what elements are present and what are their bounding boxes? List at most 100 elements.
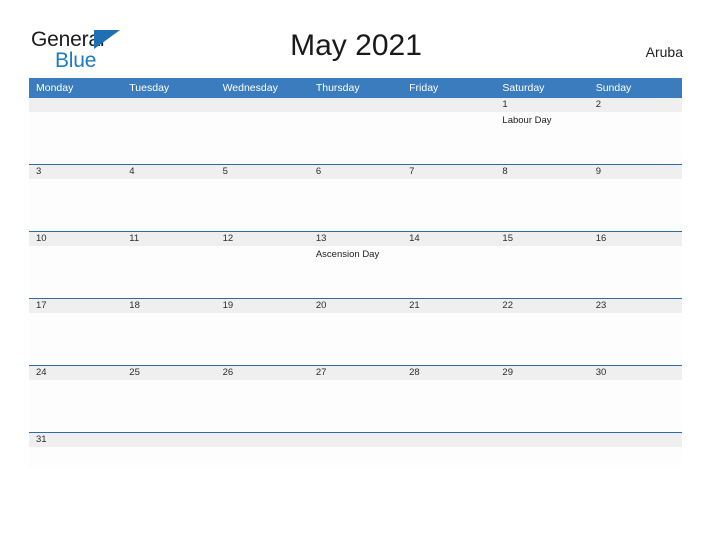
date-number-strip: 24 25 26 27 28 29 30 <box>29 366 682 380</box>
event-strip <box>29 313 682 333</box>
day-number[interactable]: 29 <box>495 366 588 380</box>
day-number[interactable]: 20 <box>309 299 402 313</box>
day-number[interactable]: 30 <box>589 366 682 380</box>
day-number[interactable]: 9 <box>589 165 682 179</box>
day-number[interactable]: 13 <box>309 232 402 246</box>
day-number[interactable]: 23 <box>589 299 682 313</box>
day-event: Labour Day <box>502 115 552 126</box>
day-event <box>495 447 588 467</box>
day-event <box>402 179 495 199</box>
weekday-header-thursday: Thursday <box>315 82 360 94</box>
day-event <box>495 380 588 400</box>
day-number[interactable]: 19 <box>216 299 309 313</box>
week-row: 3 4 5 6 7 8 9 <box>29 165 682 232</box>
day-event <box>216 380 309 400</box>
day-number[interactable]: 8 <box>495 165 588 179</box>
page-title: May 2021 <box>290 29 422 62</box>
week-row: 17 18 19 20 21 22 23 <box>29 299 682 366</box>
day-event <box>122 380 215 400</box>
day-number[interactable]: 4 <box>122 165 215 179</box>
day-number[interactable]: 25 <box>122 366 215 380</box>
weekday-header-sunday: Sunday <box>595 82 632 94</box>
day-event <box>402 447 495 467</box>
day-number[interactable]: 10 <box>29 232 122 246</box>
day-event <box>589 380 682 400</box>
country-label: Aruba <box>645 44 683 60</box>
day-event <box>216 179 309 199</box>
day-event <box>216 447 309 467</box>
week-row: 1 2 Labour Day <box>29 98 682 165</box>
page-header: General Blue May 2021 Aruba <box>0 0 712 78</box>
day-number[interactable]: 31 <box>29 433 122 447</box>
day-number[interactable]: 24 <box>29 366 122 380</box>
day-number[interactable]: 16 <box>589 232 682 246</box>
day-number[interactable]: 22 <box>495 299 588 313</box>
weekday-header-tuesday: Tuesday <box>129 82 170 94</box>
day-event <box>589 313 682 333</box>
day-number[interactable] <box>402 433 495 447</box>
day-number[interactable] <box>216 433 309 447</box>
day-number[interactable]: 21 <box>402 299 495 313</box>
weekday-header-row: Monday Tuesday Wednesday Thursday Friday… <box>29 78 682 98</box>
day-number[interactable]: 18 <box>122 299 215 313</box>
day-event <box>309 447 402 467</box>
day-number[interactable]: 15 <box>495 232 588 246</box>
date-number-strip: 31 <box>29 433 682 447</box>
day-number[interactable]: 28 <box>402 366 495 380</box>
day-event <box>402 313 495 333</box>
day-number[interactable] <box>309 433 402 447</box>
day-number[interactable]: 5 <box>216 165 309 179</box>
day-number[interactable] <box>29 98 122 112</box>
weekday-header-friday: Friday <box>409 82 439 94</box>
day-number[interactable]: 7 <box>402 165 495 179</box>
day-number[interactable]: 14 <box>402 232 495 246</box>
date-number-strip: 3 4 5 6 7 8 9 <box>29 165 682 179</box>
weekday-header-saturday: Saturday <box>502 82 545 94</box>
day-number[interactable]: 27 <box>309 366 402 380</box>
day-number[interactable]: 2 <box>589 98 682 112</box>
day-number[interactable] <box>122 433 215 447</box>
day-number[interactable] <box>402 98 495 112</box>
week-row: 10 11 12 13 14 15 16 Ascension Day <box>29 232 682 299</box>
day-event <box>402 246 495 266</box>
day-event: Ascension Day <box>315 249 380 260</box>
date-number-strip: 1 2 <box>29 98 682 112</box>
weekday-header-monday: Monday <box>36 82 74 94</box>
day-event <box>216 246 309 266</box>
day-event <box>495 313 588 333</box>
week-row: 24 25 26 27 28 29 30 <box>29 366 682 433</box>
day-event <box>309 380 402 400</box>
day-number[interactable]: 12 <box>216 232 309 246</box>
day-event <box>122 447 215 467</box>
day-event <box>495 179 588 199</box>
day-event <box>29 313 122 333</box>
day-event <box>122 179 215 199</box>
day-event <box>29 179 122 199</box>
day-event <box>122 313 215 333</box>
weekday-header-wednesday: Wednesday <box>222 82 278 94</box>
day-number[interactable]: 3 <box>29 165 122 179</box>
day-event <box>589 112 682 132</box>
day-event <box>216 112 309 132</box>
calendar-page: General Blue May 2021 Aruba Monday Tuesd… <box>0 0 712 550</box>
day-event <box>29 447 122 467</box>
day-event <box>589 246 682 266</box>
day-event <box>122 112 215 132</box>
week-row: 31 <box>29 433 682 467</box>
event-strip: Labour Day <box>29 112 682 132</box>
day-number[interactable] <box>309 98 402 112</box>
day-number[interactable] <box>589 433 682 447</box>
date-number-strip: 10 11 12 13 14 15 16 <box>29 232 682 246</box>
day-number[interactable]: 1 <box>495 98 588 112</box>
day-number[interactable] <box>216 98 309 112</box>
event-strip: Ascension Day <box>29 246 682 266</box>
day-event <box>589 179 682 199</box>
day-number[interactable]: 6 <box>309 165 402 179</box>
day-number[interactable]: 11 <box>122 232 215 246</box>
day-number[interactable] <box>495 433 588 447</box>
event-strip <box>29 179 682 199</box>
day-event <box>29 112 122 132</box>
day-number[interactable]: 26 <box>216 366 309 380</box>
day-number[interactable] <box>122 98 215 112</box>
day-number[interactable]: 17 <box>29 299 122 313</box>
